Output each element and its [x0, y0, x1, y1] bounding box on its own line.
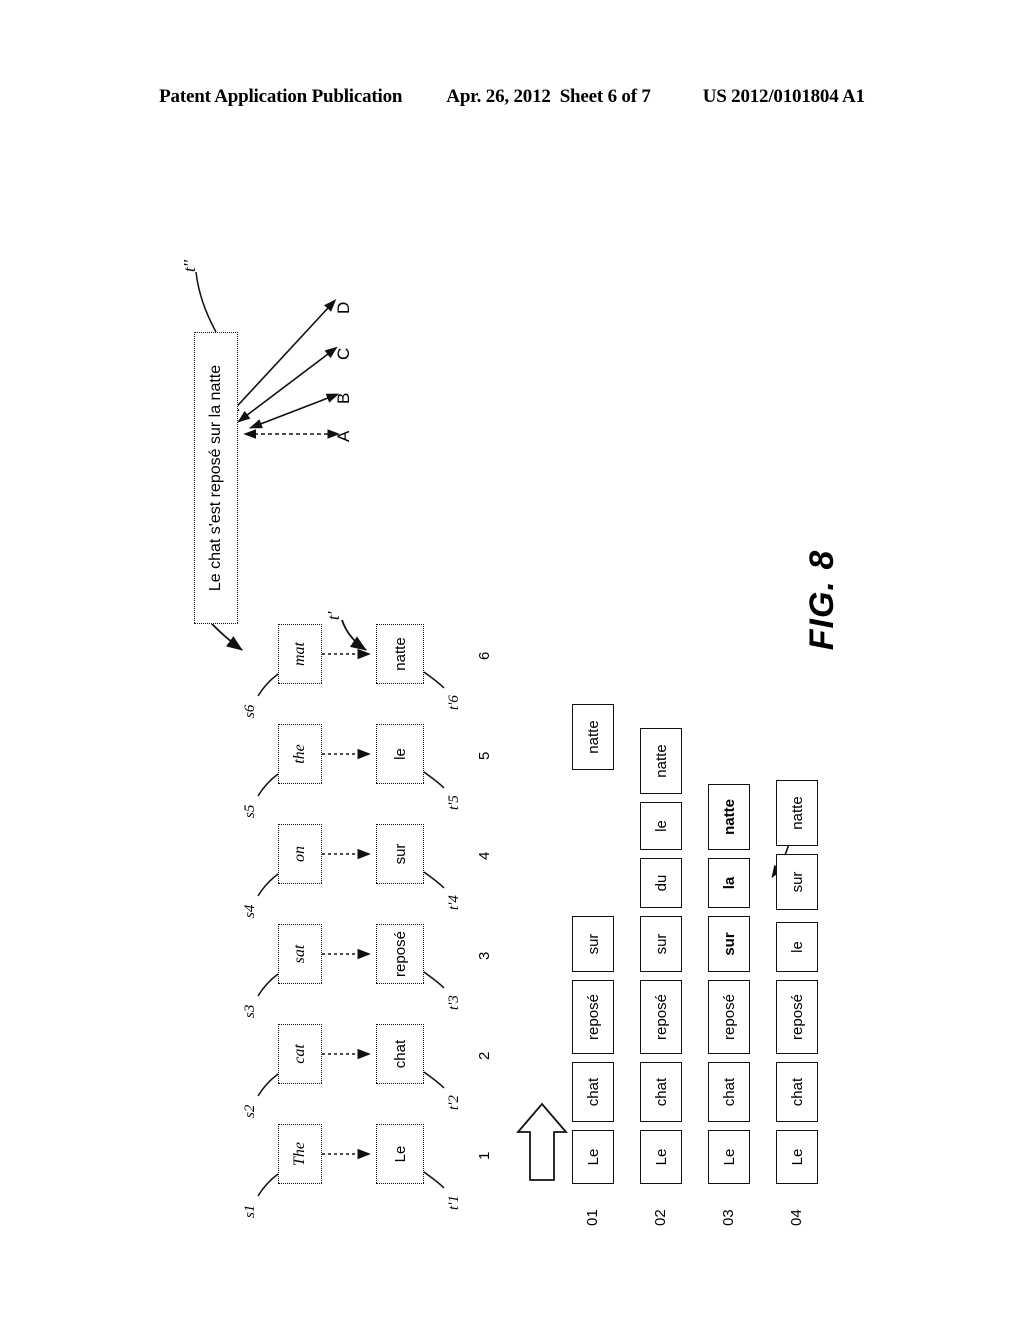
target-sentence-pointer-label: t'	[324, 611, 343, 620]
hypothesis-token-box: reposé	[572, 980, 614, 1054]
hypothesis-token-box: natte	[640, 728, 682, 794]
source-token-box: The	[278, 1124, 322, 1184]
position-number: 6	[476, 651, 493, 660]
target-token-box: reposé	[376, 924, 424, 984]
position-number: 4	[476, 851, 493, 860]
hypothesis-row-id: 03	[720, 1209, 737, 1226]
hypothesis-token-box: chat	[572, 1062, 614, 1122]
hypothesis-token-box: natte	[708, 784, 750, 850]
final-translation-box: Le chat s'est reposé sur la natte	[194, 332, 238, 624]
position-number: 1	[476, 1151, 493, 1160]
source-index-label: s4	[242, 904, 258, 918]
hypothesis-row-id: 02	[652, 1209, 669, 1226]
hypothesis-token-box: reposé	[640, 980, 682, 1054]
target-index-label: t'1	[446, 1195, 462, 1210]
source-index-label: s1	[242, 1204, 258, 1218]
target-index-label: t'5	[446, 795, 462, 810]
hypothesis-row-id: 04	[788, 1209, 805, 1226]
arrow-label-c: C	[334, 347, 353, 360]
position-number: 5	[476, 751, 493, 760]
hypothesis-token-box: sur	[640, 916, 682, 972]
target-token-box: sur	[376, 824, 424, 884]
arrow-label-b: B	[334, 392, 353, 404]
source-index-label: s5	[242, 804, 258, 818]
arrow-label-a: A	[334, 430, 353, 442]
source-token-box: cat	[278, 1024, 322, 1084]
target-token-box: chat	[376, 1024, 424, 1084]
hypothesis-token-box: natte	[572, 704, 614, 770]
hypothesis-token-box: chat	[640, 1062, 682, 1122]
hypothesis-row-id: 01	[584, 1209, 601, 1226]
hypothesis-token-box: du	[640, 858, 682, 908]
source-token-box: sat	[278, 924, 322, 984]
hypothesis-token-box: Le	[640, 1130, 682, 1184]
hypothesis-token-box: natte	[776, 780, 818, 846]
hypothesis-token-box: reposé	[708, 980, 750, 1054]
target-index-label: t'6	[446, 695, 462, 710]
hypothesis-token-box: le	[640, 802, 682, 850]
position-number: 3	[476, 951, 493, 960]
source-index-label: s3	[242, 1004, 258, 1018]
hypothesis-token-box: le	[776, 922, 818, 972]
target-index-label: t'4	[446, 895, 462, 910]
target-token-box: le	[376, 724, 424, 784]
hypothesis-token-box: chat	[776, 1062, 818, 1122]
target-index-label: t'3	[446, 995, 462, 1010]
arrow-label-d: D	[334, 301, 353, 314]
hypothesis-token-box: sur	[572, 916, 614, 972]
source-index-label: s6	[242, 704, 258, 718]
flow-arrow-icon	[516, 1102, 568, 1181]
hypothesis-token-box: sur	[708, 916, 750, 972]
hypothesis-token-box: Le	[708, 1130, 750, 1184]
hypothesis-token-box: reposé	[776, 980, 818, 1054]
source-token-box: mat	[278, 624, 322, 684]
hypothesis-token-box: sur	[776, 854, 818, 910]
target-token-box: natte	[376, 624, 424, 684]
final-sentence-pointer-label: t''	[180, 260, 199, 272]
hypothesis-token-box: chat	[708, 1062, 750, 1122]
hypothesis-token-box: Le	[572, 1130, 614, 1184]
position-number: 2	[476, 1051, 493, 1060]
source-token-box: the	[278, 724, 322, 784]
target-token-box: Le	[376, 1124, 424, 1184]
figure-caption: FIG. 8	[802, 549, 841, 651]
source-token-box: on	[278, 824, 322, 884]
hypothesis-token-box: Le	[776, 1130, 818, 1184]
target-index-label: t'2	[446, 1095, 462, 1110]
source-index-label: s2	[242, 1104, 258, 1118]
figure-8-canvas: s t' t'' The cat sat on the mat s1 s2 s3…	[132, 80, 892, 1240]
hypothesis-token-box: la	[708, 858, 750, 908]
